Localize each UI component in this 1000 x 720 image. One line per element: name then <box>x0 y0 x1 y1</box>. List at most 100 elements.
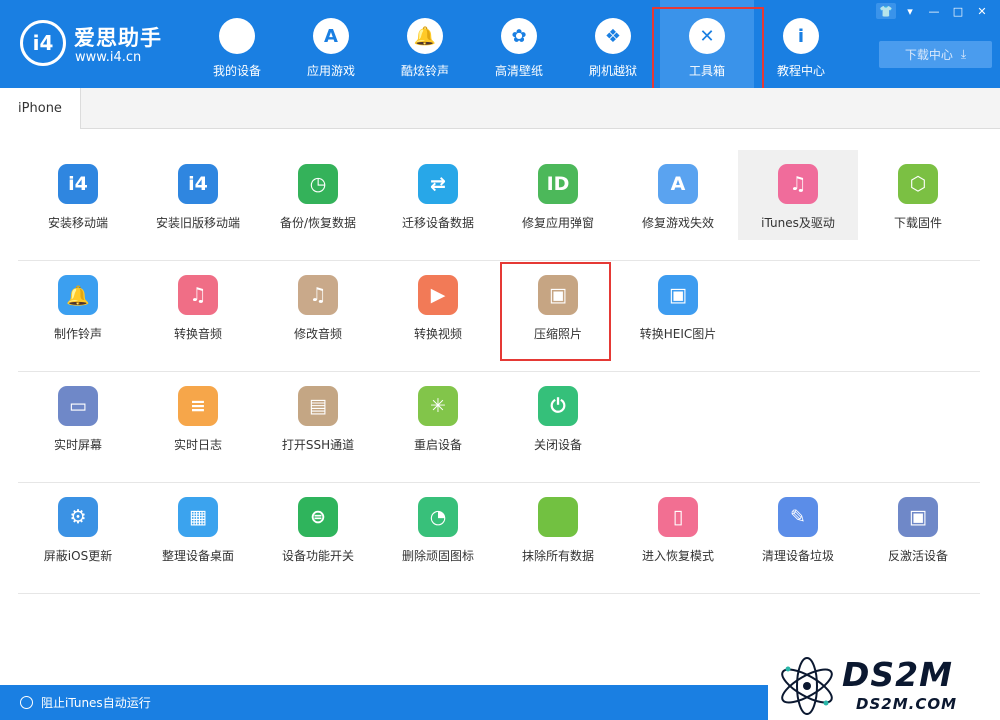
tool-item[interactable]: ▣ 转换HEIC图片 <box>618 261 738 351</box>
tool-label: 安装移动端 <box>47 216 108 230</box>
monitor-icon: ▭ <box>58 386 98 426</box>
tool-label: 实时日志 <box>173 438 222 452</box>
tool-label: 制作铃声 <box>53 327 102 341</box>
tool-label: 修改音频 <box>293 327 342 341</box>
tool-item[interactable]: 🔔 制作铃声 <box>18 261 138 351</box>
tool-label: 屏蔽iOS更新 <box>43 549 113 563</box>
tool-label: 关闭设备 <box>533 438 582 452</box>
tool-item[interactable]: ✎ 清理设备垃圾 <box>738 483 858 573</box>
toggle-icon: ⊜ <box>298 497 338 537</box>
app-store-repair-icon: A <box>658 164 698 204</box>
nav-item-5[interactable]: ✕ 工具箱 <box>660 0 754 88</box>
music-note-icon: ♫ <box>178 275 218 315</box>
tool-item[interactable]: ▤ 打开SSH通道 <box>258 372 378 462</box>
tool-item[interactable]: ▶ 转换视频 <box>378 261 498 351</box>
close-icon[interactable]: ✕ <box>972 3 992 19</box>
video-play-icon: ▶ <box>418 275 458 315</box>
radio-icon[interactable] <box>20 696 33 709</box>
nav-item-6[interactable]: i 教程中心 <box>754 0 848 88</box>
nav-item-1[interactable]: A 应用游戏 <box>284 0 378 88</box>
nav-item-0[interactable]: 我的设备 <box>190 0 284 88</box>
tool-item[interactable]: ♫ iTunes及驱动 <box>738 150 858 240</box>
backup-clock-icon: ◷ <box>298 164 338 204</box>
transfer-icon: ⇄ <box>418 164 458 204</box>
nav-item-4[interactable]: ❖ 刷机越狱 <box>566 0 660 88</box>
nav-label: 工具箱 <box>688 64 725 78</box>
tool-item[interactable]: 抹除所有数据 <box>498 483 618 573</box>
tool-label: 转换HEIC图片 <box>639 327 717 341</box>
tool-item[interactable]: ⏻ 关闭设备 <box>498 372 618 462</box>
info-icon: i <box>783 18 819 54</box>
tool-item[interactable]: i4 安装移动端 <box>18 150 138 240</box>
tool-item[interactable]: ID 修复应用弹窗 <box>498 150 618 240</box>
broom-icon: ✎ <box>778 497 818 537</box>
tool-label: 实时屏幕 <box>53 438 102 452</box>
tool-item[interactable]: i4 安装旧版移动端 <box>138 150 258 240</box>
tool-item[interactable]: ♫ 转换音频 <box>138 261 258 351</box>
tool-item[interactable]: ◔ 删除顽固图标 <box>378 483 498 573</box>
apple-id-icon: ID <box>538 164 578 204</box>
tool-item[interactable]: ▣ 反激活设备 <box>858 483 978 573</box>
maximize-icon[interactable]: □ <box>948 3 968 19</box>
tool-label: 抹除所有数据 <box>521 549 594 563</box>
tool-item[interactable]: ▣ 压缩照片 <box>498 261 618 351</box>
tool-label: 安装旧版移动端 <box>155 216 240 230</box>
skin-icon[interactable]: 👕 <box>876 3 896 19</box>
apple-icon <box>219 18 255 54</box>
tool-label: 修复游戏失效 <box>641 216 714 230</box>
tool-label: 打开SSH通道 <box>281 438 355 452</box>
tool-item[interactable]: ≡ 实时日志 <box>138 372 258 462</box>
dropdown-menu-icon[interactable]: ▾ <box>900 3 920 19</box>
tool-item[interactable]: ⇄ 迁移设备数据 <box>378 150 498 240</box>
pie-icon: ◔ <box>418 497 458 537</box>
tool-item[interactable]: ⊜ 设备功能开关 <box>258 483 378 573</box>
tab-iphone[interactable]: iPhone <box>0 88 81 129</box>
tool-item[interactable]: ▯ 进入恢复模式 <box>618 483 738 573</box>
brand-name: 爱思助手 <box>74 26 162 50</box>
power-icon: ⏻ <box>538 386 578 426</box>
tool-label: 修复应用弹窗 <box>521 216 594 230</box>
i4-icon: i4 <box>58 164 98 204</box>
tool-label: 设备功能开关 <box>281 549 354 563</box>
nav-item-2[interactable]: 🔔 酷炫铃声 <box>378 0 472 88</box>
tools-row: 🔔 制作铃声 ♫ 转换音频 ♫ 修改音频 ▶ 转换视频 ▣ 压缩照片 ▣ 转换HEIC图片 <box>18 261 980 372</box>
window-controls: 👕 ▾ — □ ✕ <box>876 3 992 19</box>
nav-item-3[interactable]: ✿ 高清壁纸 <box>472 0 566 88</box>
dropbox-icon: ❖ <box>595 18 631 54</box>
nav-label: 教程中心 <box>776 64 825 78</box>
recovery-phone-icon: ▯ <box>658 497 698 537</box>
status-bar <box>188 685 768 720</box>
minimize-icon[interactable]: — <box>924 3 944 19</box>
top-bar: i4 爱思助手 www.i4.cn 我的设备 A 应用游戏 🔔 酷炫铃声 ✿ 高清壁纸 ❖ 刷机… <box>0 0 1000 88</box>
tool-label: 备份/恢复数据 <box>279 216 357 230</box>
atom-logo-icon <box>781 657 833 715</box>
tool-label: 转换视频 <box>413 327 462 341</box>
tool-label: 重启设备 <box>413 438 462 452</box>
tool-item[interactable]: ⚙ 屏蔽iOS更新 <box>18 483 138 573</box>
tool-item[interactable]: A 修复游戏失效 <box>618 150 738 240</box>
download-center-button[interactable]: 下载中心 ⤓ <box>879 41 992 68</box>
i4-logo-icon: i4 <box>20 20 66 66</box>
tool-label: 删除顽固图标 <box>401 549 474 563</box>
firmware-box-icon: ⬡ <box>898 164 938 204</box>
itunes-autorun-label: 阻止iTunes自动运行 <box>41 696 151 710</box>
tool-item[interactable]: ◷ 备份/恢复数据 <box>258 150 378 240</box>
tool-item[interactable]: ▭ 实时屏幕 <box>18 372 138 462</box>
tool-item[interactable]: ♫ 修改音频 <box>258 261 378 351</box>
i4-legacy-icon: i4 <box>178 164 218 204</box>
app-store-icon: A <box>313 18 349 54</box>
ringtone-bell-icon: 🔔 <box>58 275 98 315</box>
tools-icon: ✕ <box>689 18 725 54</box>
tools-row: i4 安装移动端 i4 安装旧版移动端 ◷ 备份/恢复数据 ⇄ 迁移设备数据 ID 修复应用弹窗 A… <box>18 150 980 261</box>
tool-item[interactable]: ✳ 重启设备 <box>378 372 498 462</box>
watermark: DS2M DS2M.COM <box>776 653 1000 720</box>
watermark-title: DS2M <box>842 655 953 694</box>
download-center-label: 下载中心 <box>904 48 953 62</box>
itunes-autorun-toggle[interactable]: 阻止iTunes自动运行 <box>0 685 188 720</box>
tool-label: iTunes及驱动 <box>761 216 835 230</box>
tool-item[interactable]: ▦ 整理设备桌面 <box>138 483 258 573</box>
tool-item[interactable]: ⬡ 下载固件 <box>858 150 978 240</box>
brand-url: www.i4.cn <box>75 50 142 65</box>
nav-label: 酷炫铃声 <box>400 64 449 78</box>
watermark-url: DS2M.COM <box>856 695 958 713</box>
